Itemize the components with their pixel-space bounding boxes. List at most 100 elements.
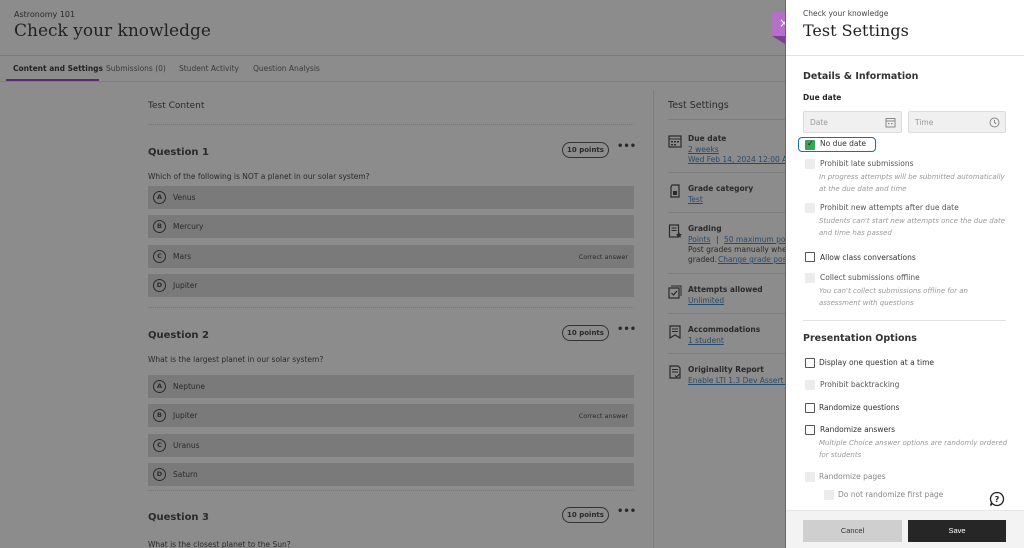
panel-breadcrumb: Check your knowledge [803, 9, 889, 18]
details-section-title: Details & Information [803, 71, 919, 82]
accommodations-icon [669, 325, 681, 339]
randomize-questions-checkbox[interactable] [805, 403, 815, 413]
answer-option: C Mars Correct answer [148, 245, 634, 268]
active-tab-indicator [6, 79, 99, 81]
divider [803, 320, 1006, 321]
calendar-icon [885, 118, 896, 128]
randomize-pages-checkbox[interactable] [805, 472, 815, 482]
save-button[interactable]: Save [908, 520, 1006, 542]
answer-text: Jupiter [173, 281, 198, 290]
time-input[interactable]: Time [908, 111, 1006, 133]
answer-letter: A [153, 191, 166, 204]
grade-category-link[interactable]: Test [688, 195, 703, 204]
divider [668, 313, 786, 314]
randomize-answers-checkbox[interactable] [805, 425, 815, 435]
tab-content-and-settings[interactable]: Content and Settings [13, 64, 103, 73]
grading-points-link[interactable]: Points [688, 235, 711, 244]
prohibit-backtracking-checkbox[interactable] [805, 380, 815, 390]
due-date-label: Due date [803, 93, 842, 102]
do-not-randomize-first-page-checkbox[interactable] [824, 490, 834, 500]
more-options-icon[interactable]: ••• [617, 141, 636, 152]
points-badge[interactable]: 10 points [562, 325, 609, 341]
more-options-icon[interactable]: ••• [617, 506, 636, 517]
option-label: Prohibit new attempts after due date [820, 203, 959, 212]
setting-label: Grade category [688, 184, 754, 193]
cancel-button[interactable]: Cancel [803, 520, 902, 542]
grading-icon [668, 224, 682, 238]
divider [668, 353, 786, 354]
answer-letter: B [153, 220, 166, 233]
answer-text: Mercury [173, 222, 204, 231]
divider [668, 212, 786, 213]
collect-offline-checkbox[interactable] [805, 273, 815, 283]
tab-submissions[interactable]: Submissions (0) [106, 64, 166, 73]
display-one-question-checkbox[interactable] [805, 358, 815, 368]
more-options-icon[interactable]: ••• [617, 324, 636, 335]
tab-bar: Content and Settings Submissions (0) Stu… [0, 56, 785, 82]
option-label: Randomize pages [819, 472, 886, 481]
answer-option: A Venus [148, 186, 634, 209]
allow-class-conversations-checkbox[interactable] [805, 252, 815, 262]
answer-letter: D [153, 468, 166, 481]
attempts-link[interactable]: Unlimited [688, 296, 724, 305]
svg-text:?: ? [995, 495, 1000, 504]
divider [148, 124, 634, 125]
setting-label: Due date [688, 134, 727, 143]
grading-separator: | [716, 235, 719, 244]
setting-label: Attempts allowed [688, 285, 763, 294]
setting-label: Originality Report [688, 365, 764, 374]
option-label: Do not randomize first page [838, 490, 944, 499]
points-badge[interactable]: 10 points [562, 142, 609, 158]
divider [148, 307, 634, 308]
no-due-date-checkbox[interactable] [805, 139, 815, 150]
calendar-icon [668, 135, 682, 148]
option-label: Allow class conversations [820, 253, 916, 262]
option-label: Randomize questions [819, 403, 900, 412]
divider [148, 490, 634, 491]
tab-student-activity[interactable]: Student Activity [179, 64, 239, 73]
setting-label: Grading [688, 224, 722, 233]
test-content-title: Test Content [148, 101, 205, 111]
option-label: Display one question at a time [819, 358, 935, 367]
option-label: Prohibit late submissions [820, 159, 914, 168]
setting-label: Accommodations [688, 325, 761, 334]
answer-text: Mars [173, 252, 192, 261]
tab-question-analysis[interactable]: Question Analysis [253, 64, 320, 73]
answer-text: Saturn [173, 470, 198, 479]
prohibit-late-submissions-checkbox[interactable] [805, 159, 815, 169]
answer-letter: C [153, 439, 166, 452]
answer-letter: D [153, 279, 166, 292]
help-icon[interactable]: ? [989, 491, 1005, 507]
option-help: Multiple Choice answer options are rando… [819, 439, 1008, 459]
page-title: Check your knowledge [14, 21, 211, 41]
points-badge[interactable]: 10 points [562, 507, 609, 523]
answer-option: B Mercury [148, 215, 634, 238]
attempts-icon [668, 285, 682, 299]
settings-title: Test Settings [668, 100, 729, 111]
clock-icon [989, 117, 1000, 128]
question-text: What is the closest planet to the Sun? [148, 540, 291, 548]
close-tab-fold [772, 36, 785, 44]
grade-category-icon [670, 184, 680, 198]
answer-option: B Jupiter Correct answer [148, 404, 634, 427]
answer-letter: B [153, 409, 166, 422]
option-label: Collect submissions offline [820, 273, 920, 282]
answer-option: C Uranus [148, 434, 634, 457]
test-settings-panel: Check your knowledge Test Settings Detai… [785, 0, 1024, 548]
correct-answer-label: Correct answer [578, 253, 628, 261]
answer-text: Neptune [173, 382, 206, 391]
correct-answer-label: Correct answer [578, 412, 628, 420]
due-date-relative-link[interactable]: 2 weeks [688, 145, 719, 154]
date-input[interactable]: Date [803, 111, 902, 133]
time-placeholder: Time [915, 118, 934, 127]
option-help: Students can't start new attempts once t… [819, 217, 1006, 237]
background-page: Astronomy 101 Check your knowledge Conte… [0, 0, 809, 548]
prohibit-new-attempts-checkbox[interactable] [805, 203, 815, 213]
accommodations-link[interactable]: 1 student [688, 336, 724, 345]
option-help: In progress attempts will be submitted a… [819, 173, 1005, 193]
page-header: Astronomy 101 Check your knowledge [0, 0, 785, 56]
answer-letter: A [153, 380, 166, 393]
panel-footer: Cancel Save [786, 510, 1024, 548]
no-due-date-label: No due date [820, 139, 867, 148]
due-date-link[interactable]: Wed Feb 14, 2024 12:00 AM [688, 155, 794, 164]
